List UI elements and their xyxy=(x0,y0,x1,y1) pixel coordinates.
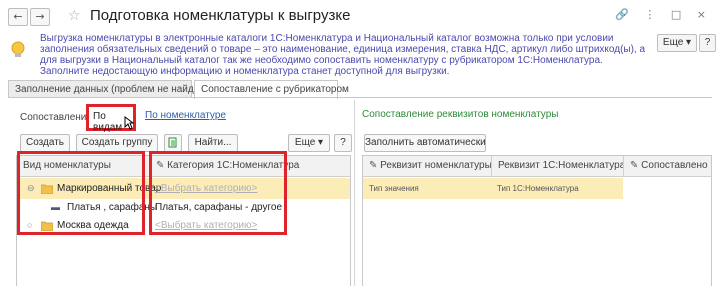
window-controls[interactable]: 🔗 ⋮ □ × xyxy=(615,8,712,21)
column-header-attr[interactable]: ✎ Реквизит номенклатуры xyxy=(363,156,492,177)
more-menu-button[interactable]: Еще ▾ xyxy=(657,34,697,52)
copy-icon[interactable] xyxy=(164,134,182,152)
attr-1c-cell: Тип 1С:Номенклатура xyxy=(497,184,579,193)
column-header-matched-label: Сопоставлено xyxy=(641,160,708,171)
create-group-button[interactable]: Создать группу xyxy=(76,134,158,152)
highlight-category-column xyxy=(149,151,287,235)
right-panel-title: Сопоставление реквизитов номенклатуры xyxy=(362,109,559,120)
title-bar: ← → ☆ Подготовка номенклатуры к выгрузке… xyxy=(0,0,720,32)
tab-underline xyxy=(8,97,712,98)
left-help-button[interactable]: ? xyxy=(334,134,352,152)
info-paragraph: Выгрузка номенклатуры в электронные ката… xyxy=(40,33,646,66)
find-button[interactable]: Найти... xyxy=(188,134,238,152)
column-header-attr-label: Реквизит номенклатуры xyxy=(380,160,492,171)
tab-fill-data[interactable]: Заполнение данных (проблем не найдено) xyxy=(8,80,214,98)
favorite-star-icon[interactable]: ☆ xyxy=(68,8,81,24)
panel-divider xyxy=(354,100,355,286)
fill-automatically-button[interactable]: Заполнить автоматически xyxy=(364,134,486,152)
mouse-cursor-icon xyxy=(124,116,134,130)
bulb-icon xyxy=(11,41,25,57)
create-button[interactable]: Создать xyxy=(20,134,70,152)
column-header-attr-1c[interactable]: Реквизит 1С:Номенклатура xyxy=(491,156,625,177)
info-text: Выгрузка номенклатуры в электронные ката… xyxy=(40,33,650,77)
option-by-items-link[interactable]: По номенклатуре xyxy=(145,110,226,121)
highlight-kind-column xyxy=(17,151,145,235)
attributes-table: ✎ Реквизит номенклатуры Реквизит 1С:Номе… xyxy=(362,155,712,286)
info-paragraph-2: Заполните недостающую информацию и номен… xyxy=(40,66,450,77)
forward-button[interactable]: → xyxy=(30,8,50,26)
mapping-label: Сопоставление: xyxy=(20,112,95,123)
window-title: Подготовка номенклатуры к выгрузке xyxy=(90,7,351,24)
attr-cell: Тип значения xyxy=(369,184,419,193)
more-button[interactable]: Еще ▾ xyxy=(288,134,330,152)
help-button[interactable]: ? xyxy=(699,34,716,52)
column-header-matched[interactable]: ✎ Сопоставлено xyxy=(623,156,711,177)
back-button[interactable]: ← xyxy=(8,8,28,26)
